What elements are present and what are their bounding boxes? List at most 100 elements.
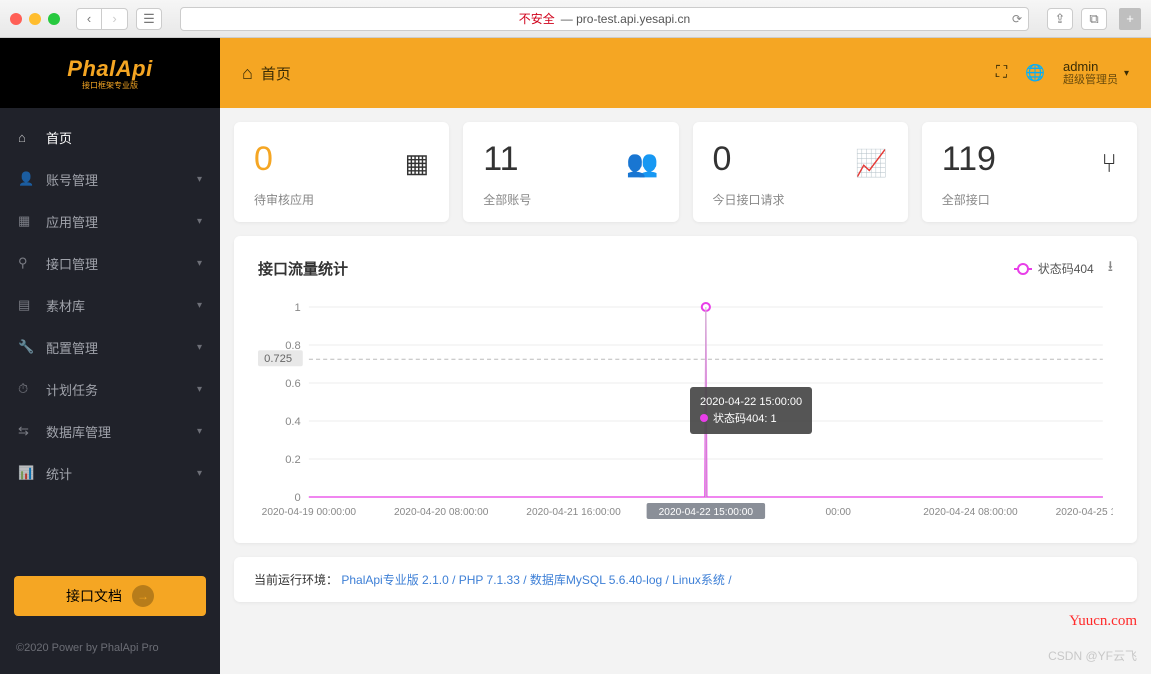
forward-button[interactable]: › <box>102 8 128 30</box>
chevron-down-icon: ▾ <box>197 384 202 395</box>
watermark-yuucn: Yuucn.com <box>1069 613 1137 630</box>
logo: PhalApi 接口框架专业版 <box>0 38 220 108</box>
chevron-down-icon: ▾ <box>197 300 202 311</box>
stat-icon: ⑂ <box>1101 148 1117 179</box>
watermark-csdn: CSDN @YF云飞 <box>1048 647 1137 664</box>
stat-label: 今日接口请求 <box>713 191 888 208</box>
nav-menu: ⌂ 首页 👤 账号管理 ▾▦ 应用管理 ▾⚲ 接口管理 ▾▤ 素材库 ▾🔧 配置… <box>0 108 220 562</box>
logo-text: PhalApi <box>67 56 152 82</box>
menu-label: 数据库管理 <box>46 422 111 441</box>
new-tab-button[interactable]: + <box>1119 8 1141 30</box>
topbar: ⌂ 首页 ⛶ 🌐 admin 超级管理员 ▾ <box>220 38 1151 108</box>
back-button[interactable]: ‹ <box>76 8 102 30</box>
copyright: ©2020 Power by PhalApi Pro <box>0 630 220 674</box>
menu-icon: 📊 <box>18 465 34 481</box>
window-controls <box>10 13 60 25</box>
svg-text:0: 0 <box>295 492 301 504</box>
menu-icon: ⇆ <box>18 423 34 439</box>
user-menu[interactable]: admin 超级管理员 ▾ <box>1063 59 1129 88</box>
menu-icon: ▤ <box>18 297 34 313</box>
api-docs-button[interactable]: 接口文档 → <box>14 576 206 616</box>
stat-card-2[interactable]: 0 今日接口请求 📈 <box>693 122 908 222</box>
chevron-down-icon: ▾ <box>197 342 202 353</box>
fullscreen-icon[interactable]: ⛶ <box>996 64 1007 82</box>
stat-value: 0 <box>254 140 429 179</box>
stat-card-0[interactable]: 0 待审核应用 ▦ <box>234 122 449 222</box>
menu-icon: ▦ <box>18 213 34 229</box>
menu-label: 账号管理 <box>46 170 98 189</box>
svg-text:00:00: 00:00 <box>825 507 851 518</box>
menu-label: 配置管理 <box>46 338 98 357</box>
stat-card-1[interactable]: 11 全部账号 👥 <box>463 122 678 222</box>
legend-item[interactable]: 状态码404 <box>1014 260 1094 277</box>
menu-icon: ⏱ <box>18 381 34 397</box>
menu-icon: ⌂ <box>18 130 34 145</box>
menu-label: 接口管理 <box>46 254 98 273</box>
url-host: — pro-test.api.yesapi.cn <box>561 12 690 26</box>
sidebar-item-1[interactable]: 👤 账号管理 ▾ <box>0 158 220 200</box>
sidebar-item-8[interactable]: 📊 统计 ▾ <box>0 452 220 494</box>
tooltip-time: 2020-04-22 15:00:00 <box>700 394 802 411</box>
svg-text:2020-04-25 16:00:00: 2020-04-25 16:00:00 <box>1056 507 1113 518</box>
menu-label: 统计 <box>46 464 72 483</box>
chart-title: 接口流量统计 <box>258 258 348 279</box>
chart-tooltip: 2020-04-22 15:00:00 状态码404: 1 <box>690 387 812 434</box>
tabs-button[interactable]: ⧉ <box>1081 8 1107 30</box>
user-name: admin <box>1063 59 1118 75</box>
stat-icon: ▦ <box>405 148 430 179</box>
svg-text:2020-04-22 15:00:00: 2020-04-22 15:00:00 <box>659 507 754 518</box>
svg-text:2020-04-19 00:00:00: 2020-04-19 00:00:00 <box>262 507 357 518</box>
home-icon: ⌂ <box>242 63 253 84</box>
sidebar-item-3[interactable]: ⚲ 接口管理 ▾ <box>0 242 220 284</box>
chart-panel: 接口流量统计 状态码404 ⭳ 00.20.40.60.810.7252020-… <box>234 236 1137 543</box>
menu-label: 计划任务 <box>46 380 98 399</box>
sidebar-item-5[interactable]: 🔧 配置管理 ▾ <box>0 326 220 368</box>
chevron-down-icon: ▾ <box>197 426 202 437</box>
breadcrumb-home[interactable]: ⌂ 首页 <box>242 63 291 84</box>
stat-icon: 📈 <box>855 148 887 179</box>
menu-label: 素材库 <box>46 296 85 315</box>
sidebar-item-4[interactable]: ▤ 素材库 ▾ <box>0 284 220 326</box>
menu-icon: 👤 <box>18 171 34 187</box>
sidebar-toggle[interactable]: ☰ <box>136 8 162 30</box>
chevron-down-icon: ▾ <box>197 216 202 227</box>
menu-icon: ⚲ <box>18 255 34 271</box>
share-button[interactable]: ⇪ <box>1047 8 1073 30</box>
menu-label: 应用管理 <box>46 212 98 231</box>
chevron-down-icon: ▾ <box>197 468 202 479</box>
menu-icon: 🔧 <box>18 339 34 355</box>
sidebar: PhalApi 接口框架专业版 ⌂ 首页 👤 账号管理 ▾▦ 应用管理 ▾⚲ 接… <box>0 38 220 674</box>
svg-text:2020-04-20 08:00:00: 2020-04-20 08:00:00 <box>394 507 489 518</box>
sidebar-item-7[interactable]: ⇆ 数据库管理 ▾ <box>0 410 220 452</box>
stat-cards: 0 待审核应用 ▦11 全部账号 👥0 今日接口请求 📈119 全部接口 ⑂ <box>234 122 1137 222</box>
minimize-window[interactable] <box>29 13 41 25</box>
browser-chrome: ‹ › ☰ 不安全 — pro-test.api.yesapi.cn ⟳ ⇪ ⧉… <box>0 0 1151 38</box>
env-panel: 当前运行环境： PhalApi专业版 2.1.0 / PHP 7.1.33 / … <box>234 557 1137 602</box>
tooltip-value: 状态码404: 1 <box>713 413 777 425</box>
sidebar-item-6[interactable]: ⏱ 计划任务 ▾ <box>0 368 220 410</box>
env-value: PhalApi专业版 2.1.0 / PHP 7.1.33 / 数据库MySQL… <box>341 573 731 587</box>
stat-card-3[interactable]: 119 全部接口 ⑂ <box>922 122 1137 222</box>
stat-label: 全部账号 <box>483 191 658 208</box>
download-icon[interactable]: ⭳ <box>1108 256 1113 281</box>
svg-text:2020-04-21 16:00:00: 2020-04-21 16:00:00 <box>526 507 621 518</box>
address-bar[interactable]: 不安全 — pro-test.api.yesapi.cn ⟳ <box>180 7 1029 31</box>
svg-text:0.6: 0.6 <box>285 378 301 390</box>
insecure-label: 不安全 <box>519 10 555 27</box>
reload-icon[interactable]: ⟳ <box>1012 12 1022 26</box>
maximize-window[interactable] <box>48 13 60 25</box>
svg-text:1: 1 <box>295 302 301 314</box>
stat-icon: 👥 <box>626 148 658 179</box>
stat-label: 待审核应用 <box>254 191 429 208</box>
chart-area[interactable]: 00.20.40.60.810.7252020-04-19 00:00:0020… <box>258 297 1113 527</box>
close-window[interactable] <box>10 13 22 25</box>
chevron-down-icon: ▾ <box>197 174 202 185</box>
sidebar-item-0[interactable]: ⌂ 首页 <box>0 116 220 158</box>
svg-text:0.8: 0.8 <box>285 340 301 352</box>
globe-icon[interactable]: 🌐 <box>1025 63 1045 83</box>
stat-label: 全部接口 <box>942 191 1117 208</box>
api-docs-label: 接口文档 <box>66 586 122 606</box>
stat-value: 119 <box>942 140 1117 179</box>
user-role: 超级管理员 <box>1063 74 1118 87</box>
sidebar-item-2[interactable]: ▦ 应用管理 ▾ <box>0 200 220 242</box>
